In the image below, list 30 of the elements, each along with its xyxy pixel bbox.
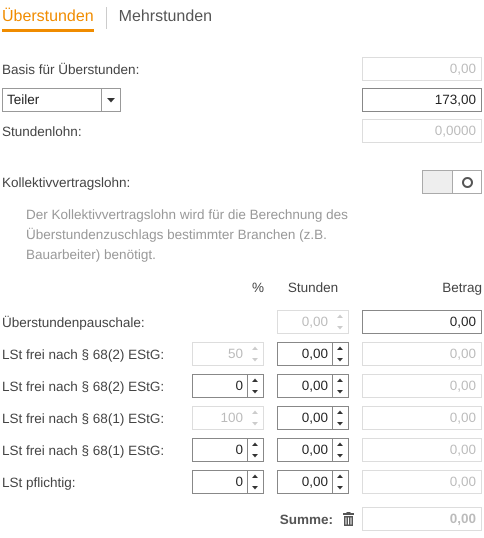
trash-icon[interactable] <box>343 512 354 526</box>
tab[interactable]: Mehrstunden <box>118 4 212 32</box>
spin-field[interactable]: 0,00 <box>277 438 349 462</box>
row-label: LSt pflichtig: <box>2 474 77 490</box>
caret-icon <box>107 98 115 102</box>
field-label: Basis für Überstunden: <box>2 62 140 76</box>
sum-label: Summe: <box>280 512 333 526</box>
toggle-switch[interactable] <box>422 170 482 194</box>
spin-field[interactable]: 0 <box>192 470 264 494</box>
field-label: Stundenlohn: <box>2 124 82 138</box>
sum-field: 0,00 <box>362 507 482 531</box>
row-label: LSt frei nach § 68(2) EStG: <box>2 346 166 362</box>
description-text: Der Kollektivvertragslohn wird für die Berechnung des Überstundenzuschlags bestimmter Branchen (z.B. Bauarbeiter) benötigt. <box>26 206 349 264</box>
spin-field[interactable]: 0,00 <box>277 470 349 494</box>
spin-field[interactable]: 0,00 <box>277 342 349 366</box>
spin-field[interactable]: 0,00 <box>277 374 349 398</box>
row-label: LSt frei nach § 68(2) EStG: <box>2 378 166 394</box>
spin-field[interactable]: 0,00 <box>277 406 349 430</box>
spin-field[interactable]: 0 <box>192 374 264 398</box>
spin-field[interactable]: 0 <box>192 438 264 462</box>
column-header: Betrag <box>441 280 482 294</box>
number-field[interactable]: 173,00 <box>362 88 482 112</box>
dropdown[interactable]: Teiler <box>2 88 121 112</box>
field-label: Kollektivvertragslohn: <box>2 174 130 190</box>
row-label: Überstundenpauschale: <box>2 314 146 330</box>
row-label: LSt frei nach § 68(1) EStG: <box>2 410 166 426</box>
number-field[interactable]: 0,00 <box>362 310 482 334</box>
column-header: % <box>250 280 264 294</box>
column-header: Stunden <box>286 280 340 294</box>
row-label: LSt frei nach § 68(1) EStG: <box>2 442 166 458</box>
